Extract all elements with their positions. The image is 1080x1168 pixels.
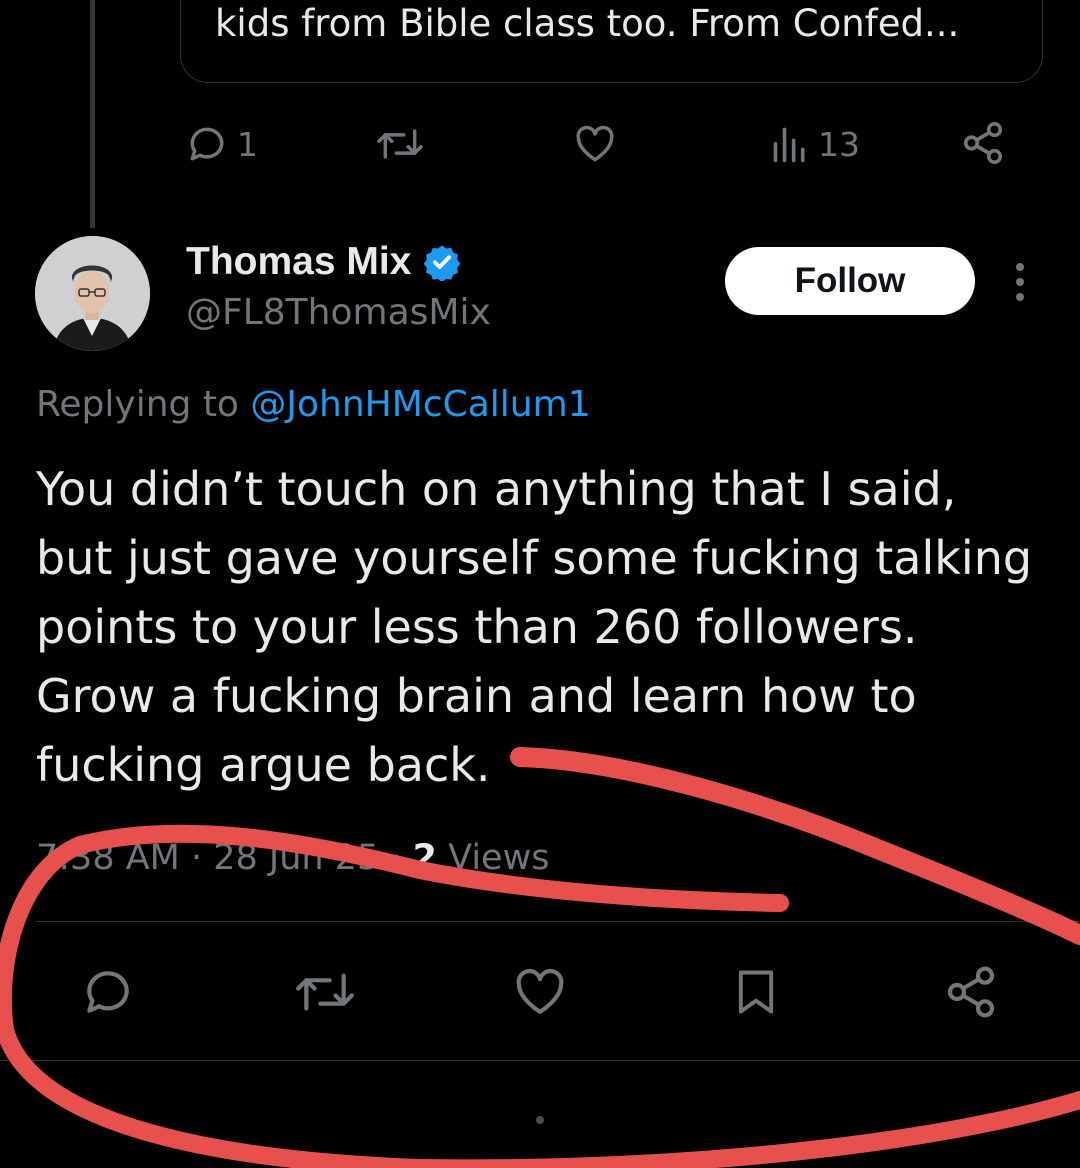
author-name: Thomas Mix (186, 240, 412, 283)
author-name-row[interactable]: Thomas Mix (186, 240, 461, 284)
retweet-icon (296, 973, 354, 1011)
bookmark-icon (738, 970, 774, 1014)
share-icon (947, 966, 995, 1018)
views-icon (773, 127, 805, 163)
follow-button[interactable]: Follow (725, 247, 975, 315)
prev-retweet-button[interactable] (375, 122, 425, 166)
tweet-meta: 7:38 AM · 28 Jun 25 · 2 Views (36, 838, 549, 878)
prev-reply-button[interactable]: 1 (185, 122, 258, 166)
share-button[interactable] (942, 962, 1000, 1022)
prev-views-button[interactable]: 13 (770, 122, 860, 166)
tweet-text: You didn’t touch on anything that I said… (36, 462, 1033, 792)
replying-prefix: Replying to (36, 384, 251, 425)
meta-separator: · (179, 838, 214, 878)
author-handle[interactable]: @FL8ThomasMix (186, 292, 491, 333)
tweet-views-count[interactable]: 2 (413, 838, 437, 878)
prev-views-count: 13 (818, 124, 860, 164)
like-button[interactable] (510, 964, 570, 1020)
more-options-button[interactable] (1005, 262, 1035, 302)
prev-like-button[interactable] (572, 122, 618, 166)
meta-separator-2: · (379, 838, 413, 878)
prev-share-button[interactable] (960, 120, 1006, 166)
tweet-time: 7:38 AM (36, 838, 180, 878)
divider-bottom (0, 1060, 1080, 1061)
prev-reply-count: 1 (237, 124, 258, 164)
reply-button[interactable] (78, 964, 138, 1020)
tweet-date: 28 Jun 25 (213, 838, 380, 878)
verified-badge-icon (424, 245, 461, 281)
tweet-views-label: Views (437, 838, 550, 878)
divider (36, 921, 1080, 922)
thread-connector-line (90, 0, 95, 228)
avatar[interactable] (35, 236, 150, 351)
retweet-icon (377, 129, 423, 159)
replying-to-line: Replying to @JohnHMcCallum1 (36, 384, 591, 425)
reply-icon (87, 971, 129, 1013)
reply-icon (190, 127, 224, 161)
quoted-tweet-text: kids from Bible class too. From Confed..… (215, 2, 960, 45)
replying-to-mention[interactable]: @JohnHMcCallum1 (250, 384, 590, 425)
retweet-button[interactable] (292, 964, 358, 1020)
like-icon (576, 125, 614, 162)
more-icon (1016, 263, 1024, 301)
bookmark-button[interactable] (728, 964, 784, 1020)
share-icon (963, 122, 1003, 164)
page-indicator-dot (536, 1116, 544, 1124)
like-icon (516, 968, 564, 1014)
